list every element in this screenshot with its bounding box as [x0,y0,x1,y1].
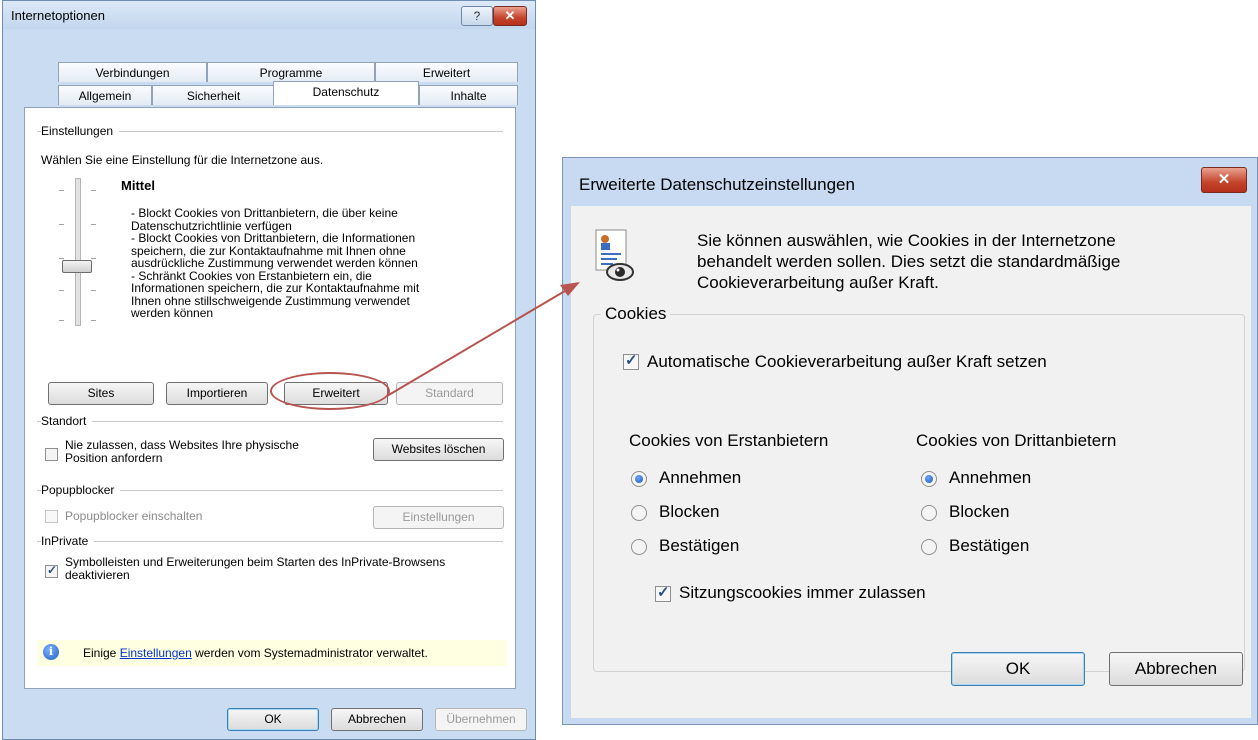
import-button[interactable]: Importieren [166,382,268,405]
description-line: Informationen speichern, die zur Kontakt… [131,281,420,295]
label-line: Position anfordern [65,451,163,465]
popup-settings-button[interactable]: Einstellungen [373,506,504,529]
info-icon: i [43,644,59,660]
tab-verbindungen[interactable]: Verbindungen [58,62,207,82]
privacy-level-description: - Blockt Cookies von Drittanbietern, die… [131,207,511,320]
clear-websites-button[interactable]: Websites löschen [373,438,504,461]
slider-tick [59,320,64,321]
label-line: deaktivieren [65,568,130,582]
tab-sicherheit[interactable]: Sicherheit [152,85,275,105]
third-party-block-radio[interactable] [921,505,937,521]
dialog-title: Internetoptionen [11,8,105,23]
privacy-slider-thumb[interactable] [62,260,92,273]
slider-tick [91,258,96,259]
first-party-prompt-radio[interactable] [631,539,647,555]
third-party-accept-label: Annehmen [949,468,1032,487]
default-button[interactable]: Standard [396,382,503,405]
slider-tick [59,290,64,291]
tab-erweitert[interactable]: Erweitert [375,62,518,82]
location-checkbox[interactable] [45,448,58,461]
description-line: - Blockt Cookies von Drittanbietern, die… [131,231,416,245]
popup-blocker-checkbox[interactable] [45,510,58,523]
session-cookies-checkbox[interactable] [655,583,671,602]
intro-line: behandelt werden sollen. Dies setzt die … [697,252,1121,271]
privacy-level-title: Mittel [121,178,155,193]
first-party-accept-radio[interactable] [631,471,647,487]
third-party-label: Cookies von Drittanbietern [916,431,1117,450]
privacy-tab-panel: Einstellungen Wählen Sie eine Einstellun… [24,107,516,689]
settings-group-label: Einstellungen [41,124,120,138]
tab-programme[interactable]: Programme [207,62,375,82]
apply-button[interactable]: Übernehmen [435,708,527,731]
zone-prompt: Wählen Sie eine Einstellung für die Inte… [41,153,324,167]
title-bar[interactable]: Internetoptionen ? ✕ [3,1,535,29]
first-party-block-label: Blocken [659,502,720,521]
description-line: werden können [131,306,214,320]
third-party-prompt-label: Bestätigen [949,536,1030,555]
slider-tick [91,224,96,225]
admin-info-text: Einige Einstellungen werden vom Systemad… [83,646,428,660]
highlight-ellipse [270,372,390,410]
info-text-post: werden vom Systemadministrator verwaltet… [191,646,428,660]
dialog-title: Erweiterte Datenschutzeinstellungen [579,175,855,194]
intro-line: Sie können auswählen, wie Cookies in der… [697,231,1116,250]
slider-tick [59,224,64,225]
popup-blocker-label: Popupblocker einschalten [65,509,203,523]
inprivate-checkbox-label: Symbolleisten und Erweiterungen beim Sta… [65,556,515,582]
session-cookies-label: Sitzungscookies immer zulassen [679,583,926,602]
advanced-privacy-panel: Sie können auswählen, wie Cookies in der… [571,206,1251,718]
first-party-accept-label: Annehmen [659,468,742,487]
intro-line: Cookieverarbeitung außer Kraft. [697,273,939,292]
group-divider [37,541,503,542]
third-party-prompt-radio[interactable] [921,539,937,555]
group-divider [37,421,503,422]
first-party-label: Cookies von Erstanbietern [629,431,829,450]
description-line: ausdrückliche Zustimmung verwendet werde… [131,256,418,270]
slider-tick [59,190,64,191]
cookies-group-label: Cookies [601,304,671,324]
description-line: - Blockt Cookies von Drittanbietern, die… [131,206,398,220]
close-button[interactable]: ✕ [493,6,527,26]
advanced-privacy-dialog: Erweiterte Datenschutzeinstellungen ✕ Si… [562,157,1258,725]
third-party-accept-radio[interactable] [921,471,937,487]
privacy-document-icon [595,229,634,281]
info-text-pre: Einige [83,646,120,660]
ok-button[interactable]: OK [227,708,319,731]
settings-link[interactable]: Einstellungen [120,646,192,660]
slider-tick [91,320,96,321]
cancel-button[interactable]: Abbrechen [331,708,423,731]
override-cookies-checkbox[interactable] [623,351,639,370]
popup-group-label: Popupblocker [41,483,121,497]
slider-tick [91,190,96,191]
close-button[interactable]: ✕ [1201,167,1247,193]
label-line: Symbolleisten und Erweiterungen beim Sta… [65,555,446,569]
ok-button[interactable]: OK [951,652,1085,686]
admin-info-bar: i Einige Einstellungen werden vom System… [37,640,507,666]
sites-button[interactable]: Sites [48,382,154,405]
slider-tick [59,258,64,259]
intro-text: Sie können auswählen, wie Cookies in der… [697,230,1120,293]
help-button[interactable]: ? [461,6,493,26]
tab-allgemein[interactable]: Allgemein [58,85,152,105]
first-party-block-radio[interactable] [631,505,647,521]
third-party-block-label: Blocken [949,502,1010,521]
override-cookies-label: Automatische Cookieverarbeitung außer Kr… [647,352,1047,371]
tab-inhalte[interactable]: Inhalte [419,85,518,105]
slider-tick [91,290,96,291]
location-checkbox-label: Nie zulassen, dass Websites Ihre physisc… [65,439,299,465]
inprivate-group-label: InPrivate [41,534,95,548]
location-group-label: Standort [41,414,93,428]
inprivate-checkbox[interactable] [45,563,58,578]
internet-options-dialog: Internetoptionen ? ✕ Verbindungen Progra… [2,0,536,740]
privacy-slider-track[interactable] [75,178,81,326]
first-party-prompt-label: Bestätigen [659,536,740,555]
cancel-button[interactable]: Abbrechen [1109,652,1243,686]
tab-datenschutz[interactable]: Datenschutz [273,81,419,105]
